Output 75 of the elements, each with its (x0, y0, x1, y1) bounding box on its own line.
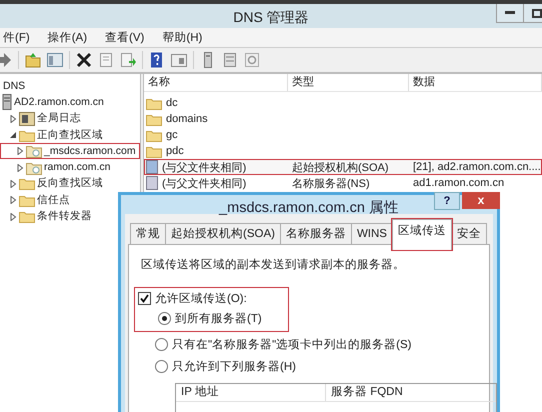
record-icon (146, 176, 158, 190)
expand-arrow-icon[interactable] (9, 212, 17, 221)
list-icon[interactable] (222, 52, 238, 68)
tree-item[interactable]: ramon.com.cn (44, 160, 111, 176)
export-icon[interactable] (120, 52, 136, 68)
checkmark-icon (140, 294, 149, 303)
menu-item[interactable]: 帮助(H) (159, 30, 206, 45)
expand-arrow-icon[interactable] (9, 180, 17, 188)
tree-root[interactable]: DNS (3, 78, 26, 94)
tree-item[interactable]: _msdcs.ramon.com (44, 144, 136, 159)
column-header[interactable]: 数据 (409, 74, 542, 91)
radio-label[interactable]: 到所有服务器(T) (175, 311, 262, 326)
folder-icon (19, 210, 35, 224)
column-header[interactable]: 类型 (288, 74, 409, 91)
list-item[interactable]: pdc (166, 145, 184, 157)
zone-icon (26, 160, 42, 175)
list-item[interactable]: gc (166, 129, 178, 141)
log-icon (19, 112, 35, 126)
table-cell-text: [21], ad2.ramon.com.cn.... (412, 161, 542, 173)
help-button[interactable]: ? (434, 192, 460, 210)
list-item[interactable]: (与父文件夹相同) (162, 160, 246, 174)
list-item[interactable]: dc (166, 97, 178, 109)
menu-item[interactable]: 查看(V) (102, 30, 148, 45)
tree-item[interactable]: 正向查找区域 (37, 128, 103, 143)
properties-icon[interactable] (98, 52, 114, 68)
checkbox[interactable] (138, 292, 151, 305)
tab[interactable]: 常规 (130, 223, 166, 244)
collapse-arrow-icon[interactable] (9, 131, 17, 140)
table-cell-text: 起始授权机构(SOA) (291, 160, 390, 174)
tree-item[interactable]: AD2.ramon.com.cn (14, 94, 104, 110)
folder-icon (19, 128, 35, 142)
maximize-icon (532, 8, 542, 18)
radio-label[interactable]: 只允许到下列服务器(H) (172, 359, 296, 374)
minimize-icon (505, 11, 515, 15)
zone-icon (26, 144, 42, 158)
forward-icon[interactable] (0, 52, 12, 68)
expand-arrow-icon[interactable] (16, 147, 24, 156)
list-item[interactable]: (与父文件夹相同) (162, 176, 246, 190)
column-header[interactable]: 名称 (144, 74, 288, 91)
window-title: DNS 管理器 (233, 9, 309, 25)
window-icon[interactable] (171, 52, 187, 68)
delete-icon[interactable] (76, 52, 92, 68)
folder-icon (146, 112, 162, 126)
folder-icon (146, 96, 162, 110)
table-cell-text: 名称服务器(NS) (291, 176, 371, 190)
tree-item[interactable]: 条件转发器 (37, 209, 92, 224)
tree-item[interactable]: 全局日志 (37, 111, 81, 126)
menu-item[interactable]: 操作(A) (44, 30, 90, 45)
record-icon (146, 160, 158, 174)
folder-up-icon[interactable] (25, 52, 41, 68)
table-cell-text: ad1.ramon.com.cn (412, 177, 506, 189)
help-icon[interactable] (149, 52, 165, 68)
dialog-title: _msdcs.ramon.com.cn 属性 (219, 200, 399, 216)
tree-item[interactable]: 信任点 (37, 192, 70, 208)
checkbox-label[interactable]: 允许区域传送(O): (155, 291, 247, 306)
radio-button[interactable] (155, 360, 168, 373)
folder-icon (146, 128, 162, 142)
menu-item[interactable]: 件(F) (0, 30, 33, 45)
expand-arrow-icon[interactable] (9, 114, 17, 123)
tab[interactable]: 安全 (450, 223, 487, 244)
description-text: 区域传送将区域的副本发送到请求副本的服务器。 (141, 258, 406, 272)
expand-arrow-icon[interactable] (16, 164, 24, 172)
folder-icon (19, 177, 35, 190)
tab[interactable]: 区域传送 (392, 219, 452, 250)
folder-icon (19, 194, 35, 207)
expand-arrow-icon[interactable] (9, 196, 17, 204)
radio-label[interactable]: 只有在"名称服务器"选项卡中列出的服务器(S) (172, 337, 412, 352)
column-header[interactable]: 服务器 FQDN (326, 384, 496, 401)
radio-button[interactable] (158, 312, 171, 325)
list-item[interactable]: domains (166, 113, 208, 125)
console-tree-icon[interactable] (47, 52, 63, 68)
close-button[interactable]: x (462, 192, 500, 209)
column-header[interactable]: IP 地址 (176, 384, 326, 401)
tree-item[interactable]: 反向查找区域 (37, 176, 103, 192)
radio-button[interactable] (155, 338, 168, 351)
